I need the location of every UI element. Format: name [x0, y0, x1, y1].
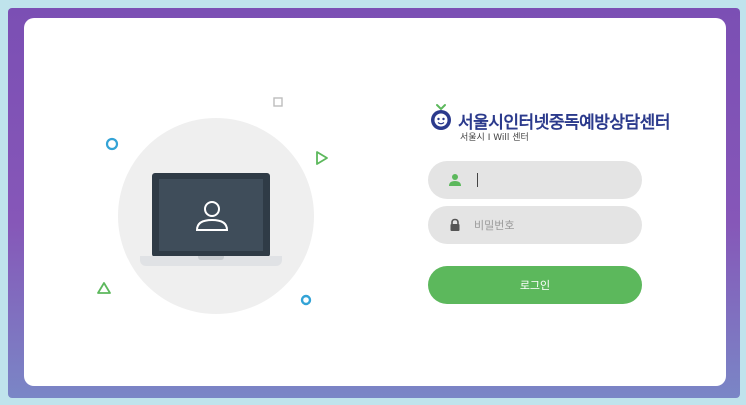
text-caret — [477, 173, 478, 187]
circle-decoration-icon — [105, 137, 119, 151]
page-frame: 서울시인터넷중독예방상담센터 서울시 I Will 센터 로그인 — [8, 8, 740, 398]
login-card: 서울시인터넷중독예방상담센터 서울시 I Will 센터 로그인 — [24, 18, 726, 386]
user-icon — [449, 174, 461, 186]
triangle-decoration-icon — [97, 282, 111, 294]
square-decoration-icon — [273, 97, 283, 107]
play-triangle-decoration-icon — [316, 151, 328, 165]
brand-subtitle: 서울시 I Will 센터 — [460, 133, 529, 143]
username-field[interactable] — [428, 161, 642, 199]
username-input[interactable] — [474, 170, 624, 190]
ring-decoration-icon — [300, 294, 312, 306]
login-button[interactable]: 로그인 — [428, 266, 642, 304]
user-silhouette-icon — [195, 201, 229, 231]
password-input[interactable] — [474, 215, 624, 235]
laptop-notch — [198, 256, 224, 260]
password-field[interactable] — [428, 206, 642, 244]
lock-icon — [450, 218, 460, 231]
mascot-logo-icon — [431, 104, 451, 130]
